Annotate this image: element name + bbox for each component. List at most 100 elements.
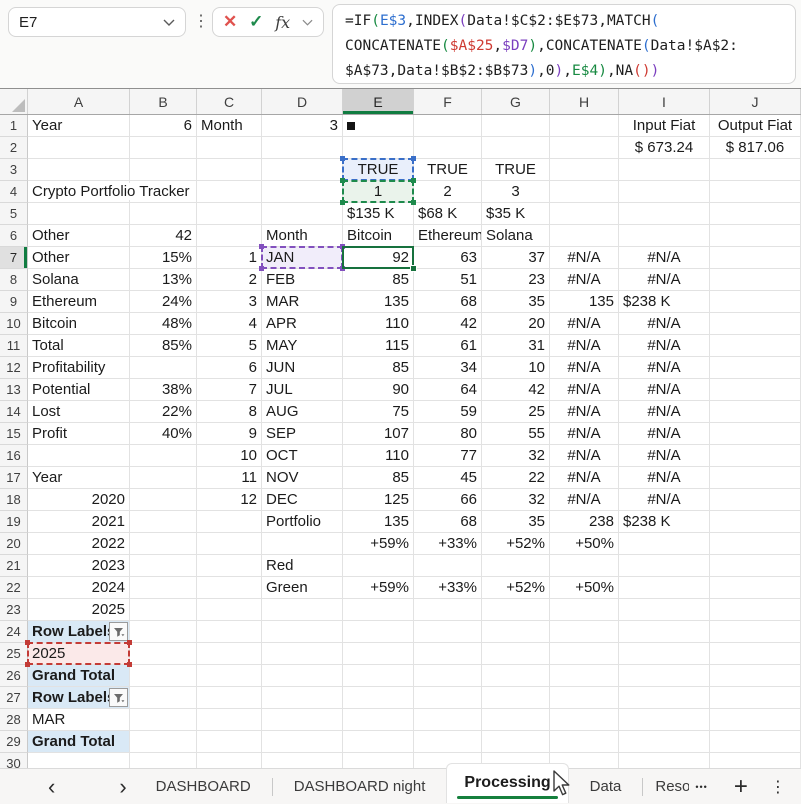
cell-J7[interactable]	[710, 247, 801, 269]
cell-A7[interactable]: Other	[28, 247, 130, 269]
cell-I22[interactable]	[619, 577, 710, 599]
column-header-F[interactable]: F	[414, 89, 482, 114]
cell-D8[interactable]: FEB	[262, 269, 343, 291]
cell-E24[interactable]	[343, 621, 414, 643]
add-sheet-icon[interactable]: +	[734, 773, 748, 801]
cell-B27[interactable]	[130, 687, 197, 709]
cell-H8[interactable]: #N/A	[550, 269, 619, 291]
cell-A17[interactable]: Year	[28, 467, 130, 489]
cell-J20[interactable]	[710, 533, 801, 555]
row-header-7[interactable]: 7	[0, 247, 28, 269]
cell-A22[interactable]: 2024	[28, 577, 130, 599]
cell-D7[interactable]: JAN	[262, 247, 343, 269]
cell-E22[interactable]: +59%	[343, 577, 414, 599]
cell-F22[interactable]: +33%	[414, 577, 482, 599]
cell-C6[interactable]	[197, 225, 262, 247]
row-header-5[interactable]: 5	[0, 203, 28, 225]
cell-C12[interactable]: 6	[197, 357, 262, 379]
cell-C7[interactable]: 1	[197, 247, 262, 269]
cell-G1[interactable]	[482, 115, 550, 137]
cell-B25[interactable]	[130, 643, 197, 665]
row-header-8[interactable]: 8	[0, 269, 28, 291]
cell-H18[interactable]: #N/A	[550, 489, 619, 511]
row-header-22[interactable]: 22	[0, 577, 28, 599]
cell-A16[interactable]	[28, 445, 130, 467]
select-all-corner[interactable]	[0, 89, 28, 114]
cell-C24[interactable]	[197, 621, 262, 643]
cell-E3[interactable]: TRUE	[343, 159, 414, 181]
cell-C13[interactable]: 7	[197, 379, 262, 401]
cell-H11[interactable]: #N/A	[550, 335, 619, 357]
cell-F20[interactable]: +33%	[414, 533, 482, 555]
cell-D28[interactable]	[262, 709, 343, 731]
cell-E15[interactable]: 107	[343, 423, 414, 445]
cell-E20[interactable]: +59%	[343, 533, 414, 555]
cell-F13[interactable]: 64	[414, 379, 482, 401]
cell-J5[interactable]	[710, 203, 801, 225]
cell-A24[interactable]: Row Labels	[28, 621, 130, 643]
cell-F26[interactable]	[414, 665, 482, 687]
cell-F4[interactable]: 2	[414, 181, 482, 203]
cell-B10[interactable]: 48%	[130, 313, 197, 335]
cell-G4[interactable]: 3	[482, 181, 550, 203]
cell-G17[interactable]: 22	[482, 467, 550, 489]
column-header-E[interactable]: E	[343, 89, 414, 114]
row-header-24[interactable]: 24	[0, 621, 28, 643]
cell-C29[interactable]	[197, 731, 262, 753]
cell-I10[interactable]: #N/A	[619, 313, 710, 335]
cell-J4[interactable]	[710, 181, 801, 203]
cell-I2[interactable]: $ 673.24	[619, 137, 710, 159]
row-header-1[interactable]: 1	[0, 115, 28, 137]
cell-H16[interactable]: #N/A	[550, 445, 619, 467]
cell-F1[interactable]	[414, 115, 482, 137]
cell-J27[interactable]	[710, 687, 801, 709]
cell-G28[interactable]	[482, 709, 550, 731]
cell-I5[interactable]	[619, 203, 710, 225]
row-header-6[interactable]: 6	[0, 225, 28, 247]
cell-G25[interactable]	[482, 643, 550, 665]
cell-E30[interactable]	[343, 753, 414, 768]
cell-C30[interactable]	[197, 753, 262, 768]
cell-F5[interactable]: $68 K	[414, 203, 482, 225]
row-header-29[interactable]: 29	[0, 731, 28, 753]
cell-D6[interactable]: Month	[262, 225, 343, 247]
cell-B28[interactable]	[130, 709, 197, 731]
cell-H25[interactable]	[550, 643, 619, 665]
cell-C14[interactable]: 8	[197, 401, 262, 423]
cell-F27[interactable]	[414, 687, 482, 709]
cell-J16[interactable]	[710, 445, 801, 467]
cell-I16[interactable]: #N/A	[619, 445, 710, 467]
cell-G5[interactable]: $35 K	[482, 203, 550, 225]
cell-G18[interactable]: 32	[482, 489, 550, 511]
cell-E17[interactable]: 85	[343, 467, 414, 489]
cell-I30[interactable]	[619, 753, 710, 768]
cell-A18[interactable]: 2020	[28, 489, 130, 511]
cell-I23[interactable]	[619, 599, 710, 621]
cell-F21[interactable]	[414, 555, 482, 577]
cell-J18[interactable]	[710, 489, 801, 511]
cell-G21[interactable]	[482, 555, 550, 577]
cell-D5[interactable]	[262, 203, 343, 225]
cell-I17[interactable]: #N/A	[619, 467, 710, 489]
cell-F12[interactable]: 34	[414, 357, 482, 379]
cell-G24[interactable]	[482, 621, 550, 643]
cell-G2[interactable]	[482, 137, 550, 159]
cell-E23[interactable]	[343, 599, 414, 621]
cell-I12[interactable]: #N/A	[619, 357, 710, 379]
cell-C16[interactable]: 10	[197, 445, 262, 467]
cell-E9[interactable]: 135	[343, 291, 414, 313]
cell-I8[interactable]: #N/A	[619, 269, 710, 291]
cell-I27[interactable]	[619, 687, 710, 709]
cell-I19[interactable]: $238 K	[619, 511, 710, 533]
cell-J24[interactable]	[710, 621, 801, 643]
cell-A14[interactable]: Lost	[28, 401, 130, 423]
cell-D26[interactable]	[262, 665, 343, 687]
cell-D16[interactable]: OCT	[262, 445, 343, 467]
name-box-dropdown-icon[interactable]	[163, 19, 175, 26]
cell-F11[interactable]: 61	[414, 335, 482, 357]
cell-G15[interactable]: 55	[482, 423, 550, 445]
cell-C9[interactable]: 3	[197, 291, 262, 313]
cell-H13[interactable]: #N/A	[550, 379, 619, 401]
cell-C10[interactable]: 4	[197, 313, 262, 335]
row-header-18[interactable]: 18	[0, 489, 28, 511]
